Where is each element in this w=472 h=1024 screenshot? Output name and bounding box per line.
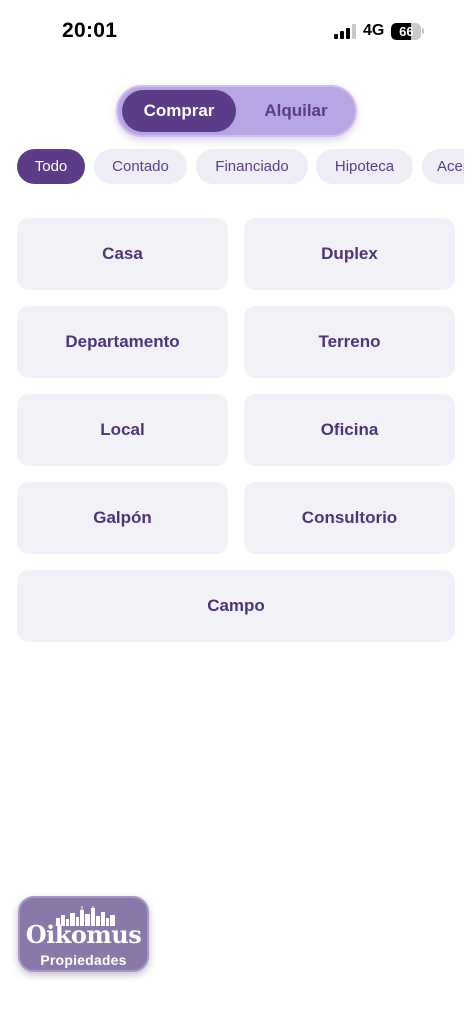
segment-alquilar[interactable]: Alquilar: [240, 90, 352, 132]
type-card-local[interactable]: Local: [17, 394, 228, 466]
status-bar: 20:01 4G 66: [0, 0, 472, 64]
chip-financiado[interactable]: Financiado: [196, 149, 308, 184]
type-card-campo[interactable]: Campo: [17, 570, 455, 642]
chip-hipoteca[interactable]: Hipoteca: [316, 149, 413, 184]
status-time: 20:01: [62, 19, 118, 42]
type-card-duplex[interactable]: Duplex: [244, 218, 455, 290]
signal-bars-icon: [334, 23, 356, 39]
payment-filter-chips[interactable]: Todo Contado Financiado Hipoteca Acepta …: [0, 149, 464, 185]
type-card-consultorio[interactable]: Consultorio: [244, 482, 455, 554]
chip-acepta-permuta[interactable]: Acepta permuta: [422, 149, 464, 184]
type-card-oficina[interactable]: Oficina: [244, 394, 455, 466]
logo-subtitle: Propiedades: [40, 952, 127, 968]
battery-level: 66: [399, 23, 414, 39]
status-indicators: 4G 66: [334, 22, 425, 40]
screen: 20:01 4G 66 Comprar Alquilar Todo Contad…: [0, 0, 472, 1024]
type-card-departamento[interactable]: Departamento: [17, 306, 228, 378]
battery-icon: 66: [391, 22, 422, 40]
chip-contado[interactable]: Contado: [94, 149, 187, 184]
segment-comprar[interactable]: Comprar: [122, 90, 236, 132]
chip-todo[interactable]: Todo: [17, 149, 85, 184]
buy-rent-toggle: Comprar Alquilar: [116, 85, 357, 137]
logo-name: Oikomus: [25, 920, 142, 949]
network-label: 4G: [363, 22, 385, 39]
type-card-terreno[interactable]: Terreno: [244, 306, 455, 378]
oikomus-logo-button[interactable]: Oikomus Propiedades: [18, 896, 149, 972]
type-card-casa[interactable]: Casa: [17, 218, 228, 290]
battery-cap: [422, 28, 425, 34]
type-card-galpon[interactable]: Galpón: [17, 482, 228, 554]
